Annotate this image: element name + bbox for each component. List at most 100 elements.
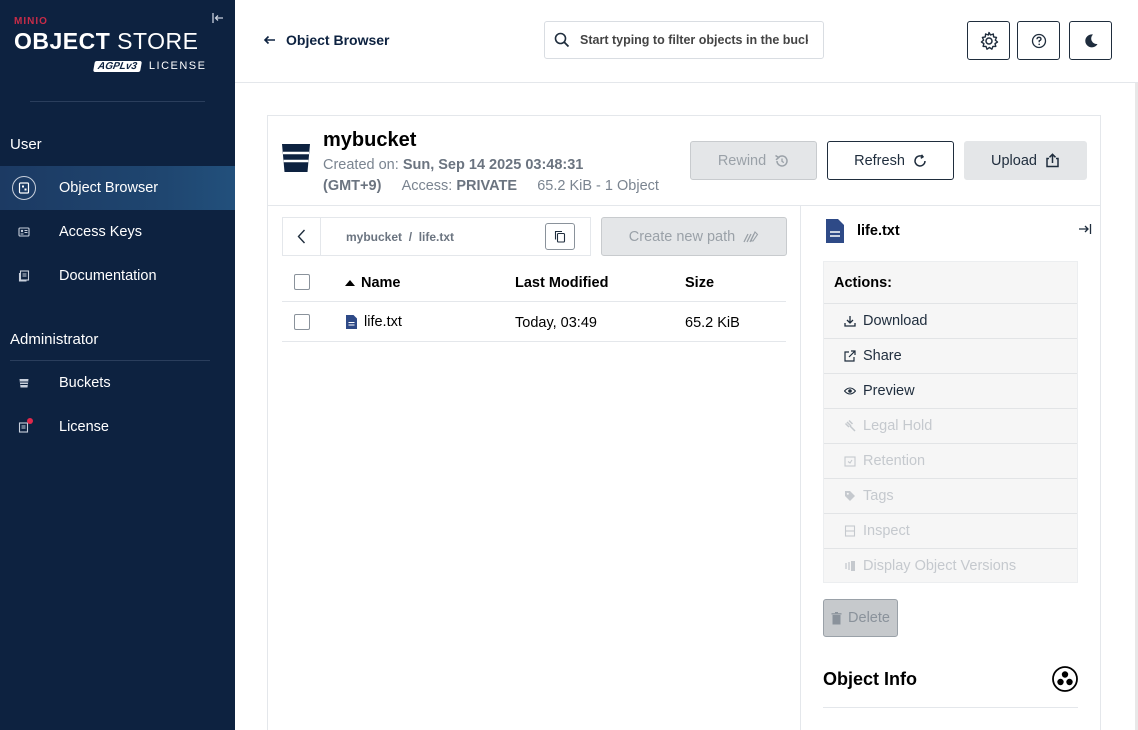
create-new-path-button[interactable]: Create new path [601,217,787,256]
breadcrumb-bucket[interactable]: mybucket [346,230,402,244]
help-icon [1031,33,1046,48]
gear-icon [980,31,998,50]
help-button[interactable] [1017,21,1060,60]
upload-button[interactable]: Upload [964,141,1087,180]
action-share[interactable]: Share [824,338,1077,373]
file-icon [346,315,357,329]
upload-icon [1046,153,1059,168]
breadcrumb-path: mybucket / life.txt [346,230,454,244]
close-panel-icon[interactable] [1078,222,1092,240]
brand-title-bold: OBJECT [14,28,111,54]
breadcrumb: mybucket / life.txt [282,217,591,256]
action-label: Share [863,348,902,364]
minio-logo: MINIO OBJECT STORE AGPLv3 LICENSE [14,16,214,72]
sidebar-item-object-browser[interactable]: Object Browser [0,166,235,210]
rewind-button[interactable]: Rewind [690,141,817,180]
rewind-icon [775,154,788,167]
bucket-card: mybucket Created on: Sun, Sep 14 2025 03… [267,115,1101,730]
back-to-object-browser-link[interactable]: Object Browser [263,32,389,48]
breadcrumb-file: life.txt [418,230,455,244]
object-info-icon[interactable] [1052,666,1078,697]
action-legal-hold[interactable]: Legal Hold [824,408,1077,443]
dark-mode-toggle[interactable] [1069,21,1112,60]
column-header-name-label: Name [361,275,401,291]
sort-ascending-icon [345,280,355,286]
sidebar-item-access-keys[interactable]: Access Keys [0,210,235,254]
action-label: Inspect [863,523,910,539]
new-path-icon [743,231,759,243]
bucket-name: mybucket [323,129,417,151]
sidebar-item-buckets[interactable]: Buckets [0,361,235,405]
retention-icon [844,456,856,467]
access-label: Access: [401,178,457,194]
file-icon [826,219,844,243]
table-row[interactable]: life.txt Today, 03:49 65.2 KiB [282,302,786,342]
action-retention[interactable]: Retention [824,443,1077,478]
actions-title: Actions: [834,275,892,291]
brand-title-rest: STORE [110,28,199,54]
collapse-sidebar-icon[interactable] [210,12,226,28]
action-inspect[interactable]: Inspect [824,513,1077,548]
brand-title: OBJECT STORE [14,29,214,53]
object-details-panel: life.txt Actions: Download Share Preview… [800,206,1100,730]
breadcrumb-back-button[interactable] [283,218,321,255]
download-icon [844,316,856,327]
inspect-icon [844,525,856,537]
bucket-icon [282,144,310,172]
share-icon [844,350,856,362]
settings-button[interactable] [967,21,1010,60]
object-search[interactable] [544,21,824,59]
search-input[interactable] [580,33,808,47]
action-display-versions[interactable]: Display Object Versions [824,548,1077,583]
action-label: Download [863,313,928,329]
breadcrumb-separator: / [408,230,413,244]
column-header-modified[interactable]: Last Modified [515,275,608,291]
row-checkbox[interactable] [294,314,310,330]
refresh-icon [914,153,926,167]
table-header: Name Last Modified Size [282,262,786,302]
delete-label: Delete [848,610,890,626]
gavel-icon [844,420,856,432]
sidebar-item-license[interactable]: License [0,405,235,449]
sidebar: MINIO OBJECT STORE AGPLv3 LICENSE User O… [0,0,235,730]
versions-icon [845,561,855,571]
sidebar-item-label: Object Browser [59,180,159,196]
arrow-left-icon [263,35,275,45]
object-info-divider [823,707,1078,708]
sidebar-item-documentation[interactable]: Documentation [0,254,235,298]
action-download[interactable]: Download [824,303,1077,338]
object-modified: Today, 03:49 [515,315,597,331]
action-preview[interactable]: Preview [824,373,1077,408]
bucket-summary: 65.2 KiB - 1 Object [537,178,659,194]
buckets-icon [12,371,36,395]
column-header-size[interactable]: Size [685,275,714,291]
access-value: PRIVATE [456,178,518,194]
column-header-name[interactable]: Name [345,275,401,291]
rewind-label: Rewind [717,152,767,169]
upload-label: Upload [991,152,1037,169]
copy-icon [554,230,566,243]
brand-license: LICENSE [148,60,207,72]
chevron-left-icon [297,229,306,244]
select-all-checkbox[interactable] [294,274,310,290]
refresh-button[interactable]: Refresh [827,141,954,180]
documentation-icon [12,264,36,288]
top-header: Object Browser [235,0,1138,83]
eye-icon [844,387,856,395]
bucket-meta: (GMT+9) Access: PRIVATE 65.2 KiB - 1 Obj… [323,178,659,194]
access-keys-icon [12,220,36,244]
section-user: User [10,136,42,153]
agpl-badge: AGPLv3 [93,60,142,72]
object-actions: Actions: Download Share Preview Legal Ho… [823,261,1078,583]
sidebar-item-label: Buckets [59,375,111,391]
action-label: Preview [863,383,915,399]
sidebar-item-label: License [59,419,109,435]
object-name-cell[interactable]: life.txt [345,314,402,330]
search-icon [554,32,570,48]
refresh-label: Refresh [854,152,905,169]
action-tags[interactable]: Tags [824,478,1077,513]
copy-path-button[interactable] [545,223,575,250]
action-label: Legal Hold [863,418,933,434]
back-link-label: Object Browser [286,32,390,48]
delete-button[interactable]: Delete [823,599,898,637]
